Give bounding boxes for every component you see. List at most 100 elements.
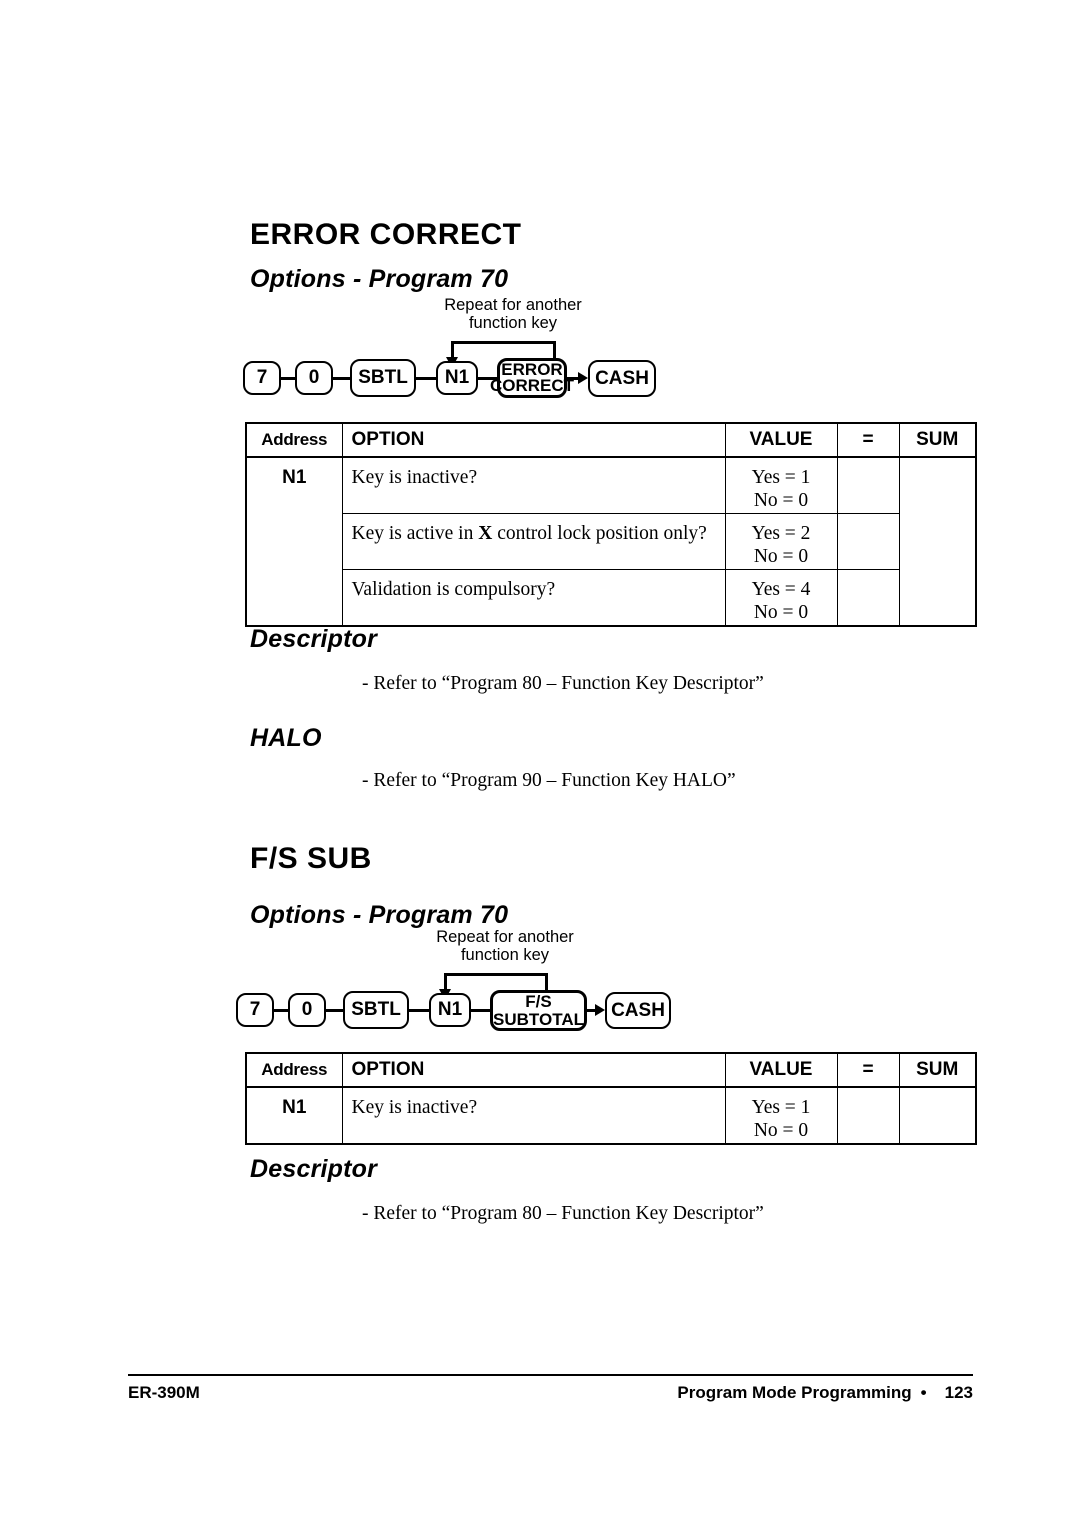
value-yes-2-1: Yes = 1: [751, 1097, 811, 1118]
equals-cell-1-2[interactable]: [836, 513, 900, 570]
address-cell-1: N1: [245, 456, 343, 627]
value-no-1-2: No = 0: [753, 546, 809, 567]
key-0-1-label: 0: [308, 367, 320, 389]
col-header-equals-2: =: [836, 1052, 900, 1088]
option-cell-2-1: Key is inactive?: [341, 1086, 726, 1145]
value-no-1-3: No = 0: [753, 602, 809, 623]
loop-line-top-1: [451, 341, 556, 344]
footer-divider: [128, 1374, 973, 1377]
key-cash-2[interactable]: CASH: [605, 992, 671, 1029]
footer-model: ER-390M: [128, 1383, 200, 1402]
key-error-correct-1[interactable]: ERROR CORRECT: [490, 358, 574, 398]
connector-2d: [470, 1009, 492, 1012]
value-cell-2-1: Yes = 1 No = 0: [724, 1086, 838, 1145]
value-yes-1-2: Yes = 2: [751, 523, 811, 544]
key-error-correct-1-line2: CORRECT: [489, 376, 575, 395]
options-table-2: Address OPTION VALUE = SUM N1 Key is ina…: [245, 1052, 977, 1145]
col-header-value-2: VALUE: [724, 1052, 838, 1088]
repeat-note-1: Repeat for another function key: [428, 296, 598, 333]
key-cash-2-label: CASH: [611, 999, 665, 1021]
key-0-2[interactable]: 0: [288, 993, 326, 1027]
halo-reference-1: - Refer to “Program 90 – Function Key HA…: [362, 770, 736, 791]
value-no-2-1: No = 0: [753, 1120, 809, 1141]
key-7-2-label: 7: [249, 999, 261, 1021]
col-header-equals-1: =: [836, 422, 900, 458]
col-header-option-2: OPTION: [341, 1052, 726, 1088]
value-yes-1-3: Yes = 4: [751, 579, 811, 600]
table-header-row-1: Address OPTION VALUE = SUM: [245, 422, 977, 458]
value-cell-1-1: Yes = 1 No = 0: [724, 456, 838, 514]
key-7-1[interactable]: 7: [243, 361, 281, 395]
option-text-1-3: Validation is compulsory?: [351, 579, 556, 600]
options-heading-2: Options - Program 70: [250, 901, 509, 929]
repeat-note-1-line1: Repeat for another: [444, 296, 582, 314]
descriptor-reference-1: - Refer to “Program 80 – Function Key De…: [362, 673, 764, 694]
repeat-note-2: Repeat for another function key: [420, 928, 590, 965]
col-header-value-1: VALUE: [724, 422, 838, 458]
address-cell-2: N1: [245, 1086, 343, 1145]
table-row: N1 Key is inactive? Yes = 1 No = 0: [245, 456, 977, 627]
key-sbtl-1-label: SBTL: [358, 367, 408, 389]
key-7-2[interactable]: 7: [236, 993, 274, 1027]
key-7-1-label: 7: [256, 367, 268, 389]
document-page: ERROR CORRECT Options - Program 70 Repea…: [0, 0, 1080, 1528]
option-cell-1-2: Key is active in X control lock position…: [341, 513, 726, 570]
option-text-2-1: Key is inactive?: [351, 1097, 478, 1118]
descriptor-reference-2: - Refer to “Program 80 – Function Key De…: [362, 1203, 764, 1224]
repeat-note-2-line2: function key: [460, 946, 550, 965]
equals-cell-2-1[interactable]: [836, 1086, 900, 1145]
equals-cell-1-1[interactable]: [836, 456, 900, 514]
key-cash-1-label: CASH: [595, 367, 649, 389]
value-cell-1-2: Yes = 2 No = 0: [724, 513, 838, 570]
key-sbtl-2[interactable]: SBTL: [343, 991, 409, 1029]
footer-section-label: Program Mode Programming: [677, 1383, 912, 1402]
sum-cell-1[interactable]: [898, 456, 977, 627]
key-fs-subtotal-2-line1: F/S: [525, 991, 552, 1011]
key-n1-2-label: N1: [437, 999, 463, 1021]
table-row: Key is active in X control lock position…: [246, 513, 976, 570]
key-fs-subtotal-2-line2: SUBTOTAL: [493, 1009, 584, 1029]
table-row: Validation is compulsory? Yes = 4 No = 0: [246, 569, 976, 627]
key-cash-1[interactable]: CASH: [588, 360, 656, 397]
key-sbtl-1[interactable]: SBTL: [350, 359, 416, 397]
connector-arrowhead-2: [595, 1004, 605, 1016]
repeat-note-1-line2: function key: [468, 314, 558, 333]
options-heading-1: Options - Program 70: [250, 265, 509, 293]
key-n1-1-label: N1: [444, 367, 470, 389]
key-n1-2[interactable]: N1: [429, 993, 471, 1027]
option-text-1-1: Key is inactive?: [351, 467, 478, 488]
options-table-1: Address OPTION VALUE = SUM N1 Key is ina…: [245, 422, 977, 627]
key-fs-subtotal-2[interactable]: F/S SUBTOTAL: [490, 990, 587, 1031]
page-title-error-correct: ERROR CORRECT: [250, 218, 522, 251]
col-header-option-1: OPTION: [341, 422, 726, 458]
col-header-address-2: Address: [245, 1052, 343, 1088]
sum-cell-2[interactable]: [898, 1086, 977, 1145]
equals-cell-1-3[interactable]: [836, 569, 900, 627]
footer-section-info: Program Mode Programming • 123: [677, 1383, 973, 1403]
key-0-1[interactable]: 0: [295, 361, 333, 395]
value-no-1-1: No = 0: [753, 490, 809, 511]
option-text-1-2-pre: Key is active in: [351, 523, 479, 544]
col-header-address-1: Address: [245, 422, 343, 458]
table-row: N1 Key is inactive? Yes = 1 No = 0: [245, 1086, 977, 1145]
halo-heading-1: HALO: [250, 724, 322, 752]
value-cell-1-3: Yes = 4 No = 0: [724, 569, 838, 627]
col-header-sum-2: SUM: [898, 1052, 977, 1088]
option-cell-1-3: Validation is compulsory?: [341, 569, 726, 627]
value-yes-1-1: Yes = 1: [751, 467, 811, 488]
connector-arrowhead-1: [578, 372, 588, 384]
footer-page-number: 123: [944, 1383, 973, 1402]
option-text-1-2-bold: X: [478, 523, 493, 544]
table-header-row-2: Address OPTION VALUE = SUM: [245, 1052, 977, 1088]
option-cell-1-1: Key is inactive?: [341, 456, 726, 514]
loop-line-top-2: [444, 973, 548, 976]
key-n1-1[interactable]: N1: [436, 361, 478, 395]
descriptor-heading-2: Descriptor: [250, 1155, 378, 1183]
footer-bullet-icon: •: [920, 1383, 927, 1402]
col-header-sum-1: SUM: [898, 422, 977, 458]
connector-2c: [408, 1009, 430, 1012]
key-0-2-label: 0: [301, 999, 313, 1021]
repeat-note-2-line1: Repeat for another: [436, 928, 574, 946]
descriptor-heading-1: Descriptor: [250, 625, 378, 653]
connector-1c: [415, 377, 437, 380]
